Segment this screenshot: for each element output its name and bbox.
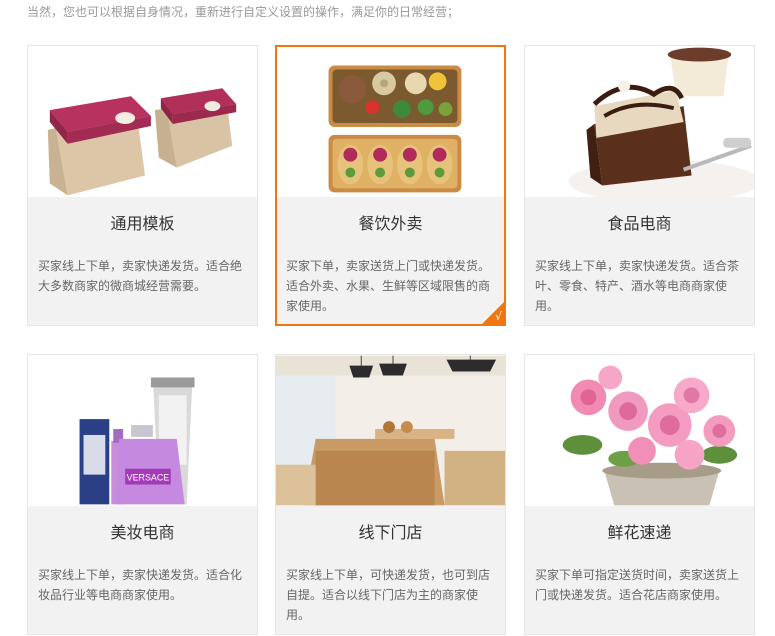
cosmetics-image: VERSACE — [28, 355, 257, 506]
template-description: 买家线上下单，卖家快递发货。适合茶叶、零食、特产、酒水等电商商家使用。 — [535, 259, 740, 313]
template-title: 餐饮外卖 — [358, 214, 423, 233]
bento-food-image — [277, 47, 504, 197]
template-description: 买家线上下单，卖家快递发货。适合化妆品行业等电商商家使用。 — [38, 568, 243, 602]
template-card-flowers[interactable]: 鲜花速递 买家下单可指定送货时间，卖家送货上门或快递发货。适合花店商家使用。 — [524, 354, 755, 635]
template-card-cosmetics[interactable]: VERSACE 美妆电商 买家线上下单，卖家快递发货。适合化妆品行业等电商商家使… — [27, 354, 258, 635]
check-icon: √ — [494, 310, 502, 323]
template-title: 线下门店 — [358, 523, 423, 542]
template-description: 买家线上下单，卖家快递发货。适合绝大多数商家的微商城经营需要。 — [38, 259, 243, 293]
pink-roses-image — [525, 355, 754, 506]
template-title: 鲜花速递 — [607, 523, 672, 542]
template-card-general[interactable]: 通用模板 买家线上下单，卖家快递发货。适合绝大多数商家的微商城经营需要。 — [27, 45, 258, 326]
template-card-food[interactable]: 食品电商 买家线上下单，卖家快递发货。适合茶叶、零食、特产、酒水等电商商家使用。 — [524, 45, 755, 326]
store-interior-image — [276, 355, 505, 506]
template-title: 通用模板 — [110, 214, 175, 233]
template-title: 美妆电商 — [110, 523, 175, 542]
template-description: 买家下单可指定送货时间，卖家送货上门或快递发货。适合花店商家使用。 — [535, 568, 740, 602]
gift-boxes-image — [28, 46, 257, 197]
template-card-catering[interactable]: 餐饮外卖 买家下单，卖家送货上门或快递发货。适合外卖、水果、生鲜等区域限售的商家… — [275, 45, 506, 326]
intro-text: 当然，您也可以根据自身情况，重新进行自定义设置的操作，满足你的日常经营； — [27, 5, 460, 19]
template-description: 买家线上下单，可快递发货，也可到店自提。适合以线下门店为主的商家使用。 — [286, 568, 491, 622]
svg-text:VERSACE: VERSACE — [127, 473, 170, 483]
template-title: 食品电商 — [607, 214, 672, 233]
template-card-store[interactable]: 线下门店 买家线上下单，可快递发货，也可到店自提。适合以线下门店为主的商家使用。 — [275, 354, 506, 635]
chocolate-cake-image — [525, 46, 754, 197]
template-description: 买家下单，卖家送货上门或快递发货。适合外卖、水果、生鲜等区域限售的商家使用。 — [286, 259, 491, 313]
